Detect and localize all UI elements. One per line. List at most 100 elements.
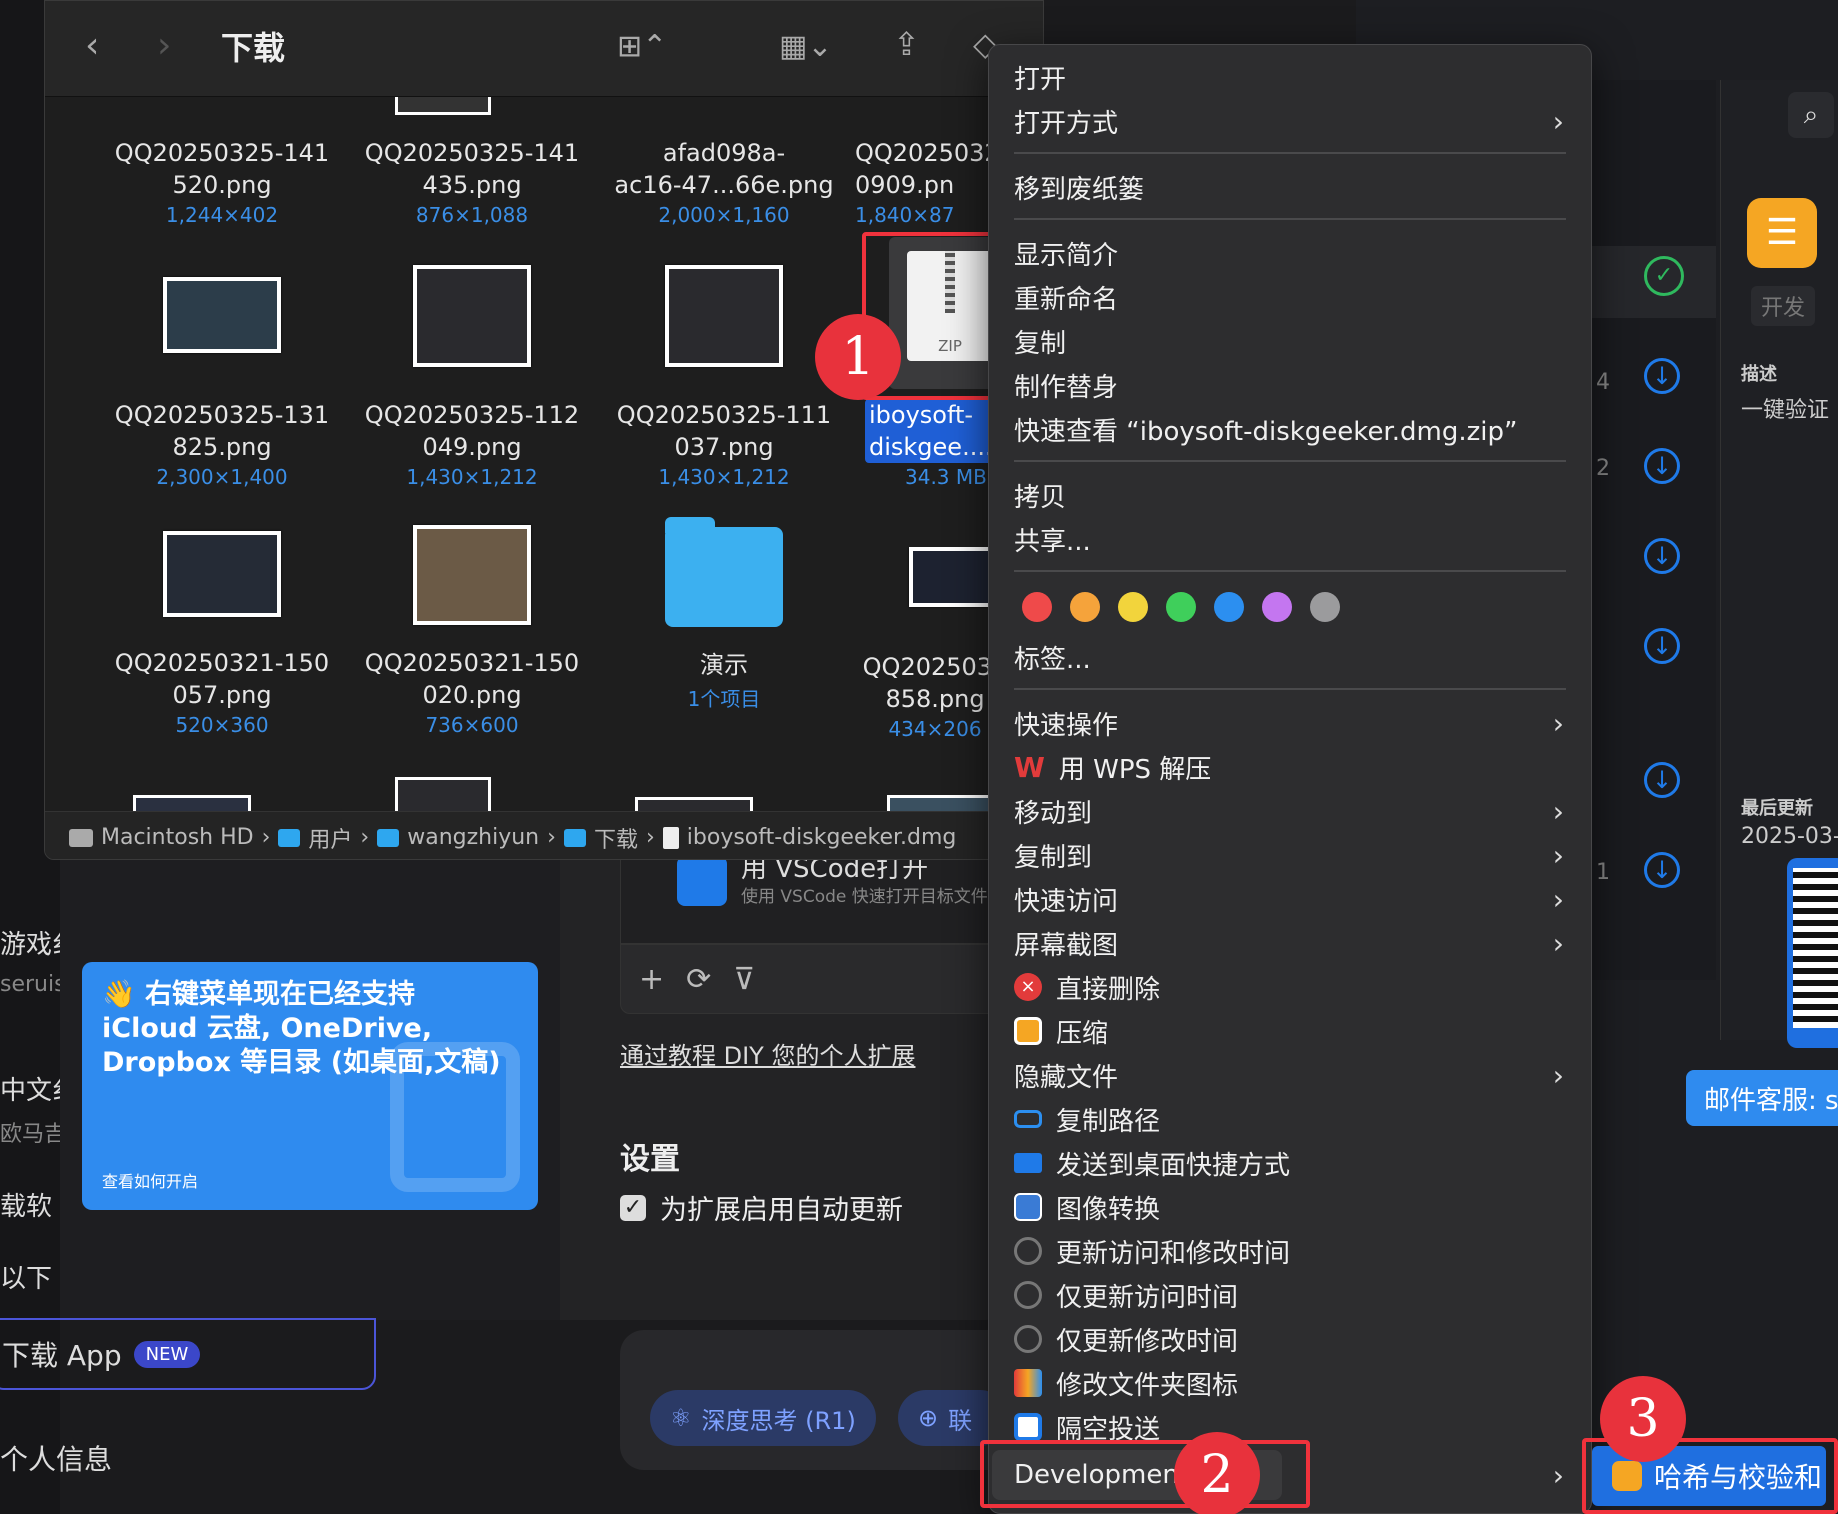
- file-item[interactable]: QQ20250325-141 520.png 1,244×402: [107, 131, 337, 227]
- menu-item-update-access[interactable]: 仅更新访问时间: [1014, 1274, 1574, 1316]
- personal-info-item[interactable]: 个人信息: [0, 1438, 112, 1478]
- menu-item-delete[interactable]: × 直接删除: [1014, 966, 1574, 1008]
- email-support-button[interactable]: 邮件客服: s: [1686, 1070, 1838, 1126]
- file-item[interactable]: QQ20250325-131 825.png 2,300×1,400: [107, 277, 337, 489]
- tag-color-blue[interactable]: [1214, 592, 1244, 622]
- file-dims: 2,300×1,400: [156, 465, 288, 489]
- menu-item-move-to[interactable]: 移动到 ›: [1014, 790, 1574, 832]
- tag-color-green[interactable]: [1166, 592, 1196, 622]
- extension-toolbar: + ⟳ ⊽: [620, 944, 1020, 1014]
- download-app-label: 下载 App: [2, 1339, 122, 1372]
- menu-item-open[interactable]: 打开: [1014, 56, 1574, 98]
- menu-separator: [1014, 152, 1566, 154]
- diy-tutorial-link[interactable]: 通过教程 DIY 您的个人扩展: [620, 1036, 915, 1071]
- forward-icon[interactable]: ›: [157, 25, 171, 66]
- vscode-extension-row[interactable]: 用 VSCode打开 使用 VSCode 快速打开目标文件: [620, 848, 1020, 944]
- file-item[interactable]: QQ20250321-150 020.png 736×600: [357, 525, 587, 737]
- menu-item-update-modify[interactable]: 仅更新修改时间: [1014, 1318, 1574, 1360]
- refresh-icon[interactable]: ⟳: [686, 962, 711, 997]
- folder-tab: [665, 517, 715, 533]
- menu-label: 共享...: [1014, 526, 1091, 557]
- share-icon[interactable]: ⇪: [893, 25, 920, 63]
- tag-color-gray[interactable]: [1310, 592, 1340, 622]
- file-name: afad098a- ac16-47...66e.png: [614, 139, 834, 199]
- promo-link[interactable]: 查看如何开启: [102, 1168, 198, 1192]
- menu-item-trash[interactable]: 移到废纸篓: [1014, 166, 1574, 208]
- menu-item-copy-to[interactable]: 复制到 ›: [1014, 834, 1574, 876]
- menu-label: 显示简介: [1014, 240, 1119, 271]
- download-icon[interactable]: ↓: [1644, 628, 1680, 664]
- path-segment[interactable]: Macintosh HD: [101, 825, 254, 850]
- path-segment[interactable]: iboysoft-diskgeeker.dmg: [687, 825, 957, 850]
- file-item[interactable]: QQ20250325-112 049.png 1,430×1,212: [357, 265, 587, 489]
- file-item[interactable]: QQ20250325-141 435.png 876×1,088: [357, 131, 587, 227]
- path-segment[interactable]: 用户: [308, 822, 352, 854]
- folder-item[interactable]: 演示 1个项目: [609, 517, 839, 712]
- deep-think-button[interactable]: ⚛ 深度思考 (R1): [650, 1390, 876, 1446]
- menu-label: 用 WPS 解压: [1058, 754, 1212, 785]
- menu-item-quick-actions[interactable]: 快速操作 ›: [1014, 702, 1574, 744]
- menu-item-wps[interactable]: W 用 WPS 解压: [1014, 746, 1574, 788]
- path-segment[interactable]: 下载: [594, 822, 638, 854]
- download-icon[interactable]: ↓: [1644, 538, 1680, 574]
- auto-update-checkbox-row[interactable]: ✓ 为扩展启用自动更新: [620, 1188, 903, 1227]
- menu-item-tags[interactable]: 标签...: [1014, 636, 1574, 678]
- left-text-4: 欧马吉: [0, 1122, 67, 1147]
- file-icon: [662, 826, 679, 849]
- download-icon[interactable]: ↓: [1644, 448, 1680, 484]
- tag-color-orange[interactable]: [1070, 592, 1100, 622]
- image-convert-icon: [1014, 1193, 1042, 1221]
- side-num-1: 4: [1596, 370, 1610, 395]
- menu-item-duplicate[interactable]: 复制: [1014, 320, 1574, 362]
- menu-item-hide[interactable]: 隐藏文件 ›: [1014, 1054, 1574, 1096]
- search-icon[interactable]: ⌕: [1788, 92, 1834, 138]
- menu-item-compress[interactable]: 压缩: [1014, 1010, 1574, 1052]
- clock-modify-icon: [1014, 1325, 1042, 1353]
- side-num-3: 1: [1596, 860, 1610, 885]
- menu-item-send-desktop[interactable]: 发送到桌面快捷方式: [1014, 1142, 1574, 1184]
- menu-item-alias[interactable]: 制作替身: [1014, 364, 1574, 406]
- download-icon[interactable]: ↓: [1644, 762, 1680, 798]
- chevron-right-icon: ›: [1552, 838, 1564, 872]
- back-icon[interactable]: ‹: [85, 25, 99, 66]
- menu-label: 更新访问和修改时间: [1056, 1238, 1291, 1269]
- path-segment[interactable]: wangzhiyun: [407, 825, 539, 850]
- menu-item-rename[interactable]: 重新命名: [1014, 276, 1574, 318]
- menu-item-screenshot[interactable]: 屏幕截图 ›: [1014, 922, 1574, 964]
- file-dims: 1,430×1,212: [658, 465, 790, 489]
- menu-item-update-both[interactable]: 更新访问和修改时间: [1014, 1230, 1574, 1272]
- tag-color-red[interactable]: [1022, 592, 1052, 622]
- menu-label: 复制: [1014, 328, 1067, 359]
- folder-name: 演示: [700, 651, 748, 679]
- icloud-promo-card[interactable]: 👋 右键菜单现在已经支持 iCloud 云盘, OneDrive, Dropbo…: [82, 962, 538, 1210]
- download-icon[interactable]: ↓: [1644, 358, 1680, 394]
- add-icon[interactable]: +: [639, 962, 664, 997]
- menu-item-copy[interactable]: 拷贝: [1014, 474, 1574, 516]
- menu-item-open-with[interactable]: 打开方式 ›: [1014, 100, 1574, 142]
- file-item[interactable]: afad098a- ac16-47...66e.png 2,000×1,160: [609, 131, 839, 227]
- file-name: QQ20250325-112 049.png: [364, 401, 580, 461]
- file-dims: 2,000×1,160: [658, 203, 790, 227]
- checkbox-checked-icon[interactable]: ✓: [620, 1194, 646, 1221]
- menu-item-quicklook[interactable]: 快速查看 “iboysoft-diskgeeker.dmg.zip”: [1014, 408, 1574, 450]
- download-app-button[interactable]: 下载 App NEW: [0, 1318, 376, 1390]
- tag-color-yellow[interactable]: [1118, 592, 1148, 622]
- filter-icon[interactable]: ⊽: [733, 962, 755, 997]
- menu-item-copy-path[interactable]: 复制路径: [1014, 1098, 1574, 1140]
- folder-icon: [278, 828, 301, 847]
- menu-item-info[interactable]: 显示简介: [1014, 232, 1574, 274]
- grid-view-icon[interactable]: ⊞⌃: [617, 29, 667, 64]
- menu-label: 复制路径: [1056, 1106, 1161, 1137]
- menu-item-image-convert[interactable]: 图像转换: [1014, 1186, 1574, 1228]
- tag-color-purple[interactable]: [1262, 592, 1292, 622]
- group-icon[interactable]: ▦⌄: [779, 29, 832, 64]
- menu-item-folder-icon[interactable]: 修改文件夹图标: [1014, 1362, 1574, 1404]
- menu-item-quick-access[interactable]: 快速访问 ›: [1014, 878, 1574, 920]
- file-item[interactable]: QQ20250321-150 057.png 520×360: [107, 531, 337, 737]
- menu-item-share[interactable]: 共享...: [1014, 518, 1574, 560]
- finder-title: 下载: [221, 29, 286, 67]
- thumb-partial: [395, 97, 491, 115]
- compress-icon: [1014, 1017, 1042, 1045]
- file-item[interactable]: QQ20250325-111 037.png 1,430×1,212: [609, 265, 839, 489]
- download-icon[interactable]: ↓: [1644, 852, 1680, 888]
